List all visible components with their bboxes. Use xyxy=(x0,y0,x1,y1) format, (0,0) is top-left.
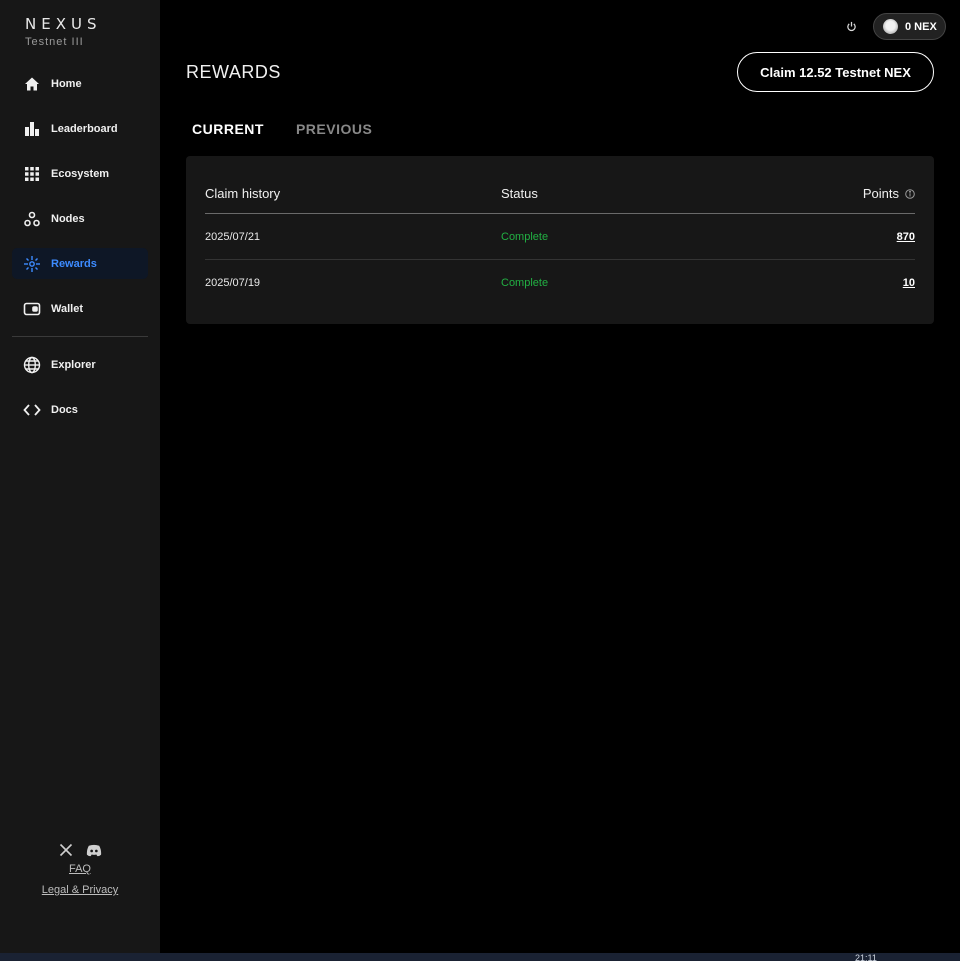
sidebar-item-explorer[interactable]: Explorer xyxy=(12,349,148,380)
info-icon[interactable] xyxy=(905,188,915,199)
sparkle-icon xyxy=(23,255,41,273)
sidebar-footer: FAQ Legal & Privacy xyxy=(0,842,160,896)
table-row: 2025/07/21 Complete 870 xyxy=(205,214,915,260)
brand-subtitle: Testnet III xyxy=(25,36,84,48)
code-icon xyxy=(23,401,41,419)
brand-logo[interactable]: NEXUS Testnet III xyxy=(25,15,101,48)
claim-history-table: Claim history Status Points 2025/07/21 C… xyxy=(186,156,934,324)
sidebar-item-label: Explorer xyxy=(51,358,96,371)
nodes-icon xyxy=(23,210,41,228)
sidebar-item-docs[interactable]: Docs xyxy=(12,394,148,425)
sidebar-item-home[interactable]: Home xyxy=(12,68,148,99)
sidebar-item-label: Docs xyxy=(51,403,78,416)
table-row: 2025/07/19 Complete 10 xyxy=(205,260,915,306)
sidebar: NEXUS Testnet III Home Leaderboard Ecosy… xyxy=(0,0,160,953)
claim-date: 2025/07/21 xyxy=(205,231,261,243)
claim-button[interactable]: Claim 12.52 Testnet NEX xyxy=(737,52,934,92)
home-icon xyxy=(23,75,41,93)
points-link[interactable]: 10 xyxy=(903,277,915,289)
sidebar-item-label: Home xyxy=(51,77,82,90)
sidebar-item-label: Wallet xyxy=(51,302,83,315)
brand-name: NEXUS xyxy=(25,15,102,33)
nav-divider xyxy=(12,336,148,337)
legal-privacy-link[interactable]: Legal & Privacy xyxy=(0,884,160,896)
x-twitter-icon[interactable] xyxy=(58,842,74,858)
status-badge: Complete xyxy=(501,231,549,243)
table-header: Claim history Status Points xyxy=(205,156,915,214)
wallet-icon xyxy=(23,300,41,318)
avatar xyxy=(883,19,898,34)
sidebar-item-label: Nodes xyxy=(51,212,85,225)
discord-icon[interactable] xyxy=(86,842,102,858)
sidebar-item-ecosystem[interactable]: Ecosystem xyxy=(12,158,148,189)
tab-previous[interactable]: PREVIOUS xyxy=(296,121,372,137)
taskbar-clock: 21:11 xyxy=(855,954,877,961)
column-header-status: Status xyxy=(501,186,538,201)
column-header-points: Points xyxy=(863,186,915,201)
globe-icon xyxy=(23,356,41,374)
sidebar-item-label: Rewards xyxy=(51,257,97,270)
os-taskbar: 21:11 xyxy=(0,953,960,961)
sidebar-item-wallet[interactable]: Wallet xyxy=(12,293,148,324)
claim-date: 2025/07/19 xyxy=(205,277,261,289)
status-badge: Complete xyxy=(501,277,549,289)
wallet-balance-button[interactable]: 0 NEX xyxy=(873,13,946,40)
sidebar-item-nodes[interactable]: Nodes xyxy=(12,203,148,234)
wallet-balance: 0 NEX xyxy=(905,20,937,33)
power-icon[interactable] xyxy=(843,18,859,34)
column-header-points-label: Points xyxy=(862,186,899,201)
sidebar-item-leaderboard[interactable]: Leaderboard xyxy=(12,113,148,144)
sidebar-item-rewards[interactable]: Rewards xyxy=(12,248,148,279)
points-link[interactable]: 870 xyxy=(897,231,915,243)
faq-link[interactable]: FAQ xyxy=(0,863,160,875)
tab-current[interactable]: CURRENT xyxy=(192,121,264,137)
bar-chart-icon xyxy=(23,120,41,138)
sidebar-item-label: Ecosystem xyxy=(51,167,110,180)
grid-icon xyxy=(23,165,41,183)
page-title: REWARDS xyxy=(186,62,281,82)
sidebar-item-label: Leaderboard xyxy=(51,122,118,135)
reward-tabs: CURRENT PREVIOUS xyxy=(192,121,372,137)
social-links xyxy=(0,842,160,858)
column-header-claim-history: Claim history xyxy=(205,186,281,201)
sidebar-nav: Home Leaderboard Ecosystem Nodes Rewards… xyxy=(12,68,148,439)
